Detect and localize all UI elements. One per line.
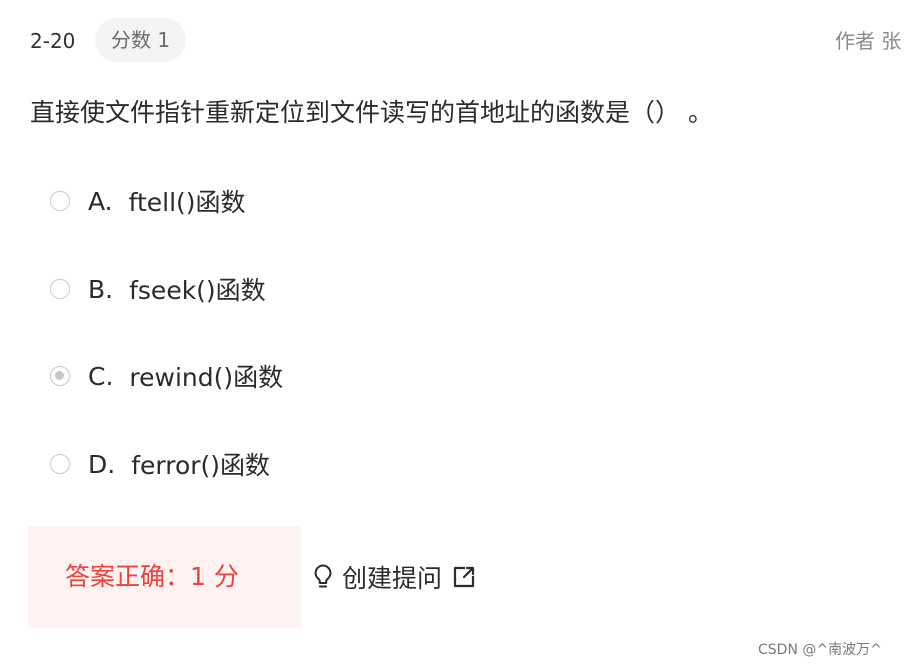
result-box: 答案正确：1 分 (28, 526, 301, 628)
create-question-label: 创建提问 (342, 564, 443, 593)
option-a[interactable]: A. ftell()函数 (50, 184, 246, 218)
option-b-radio[interactable] (50, 279, 70, 299)
question-number: 2-20 (30, 29, 76, 53)
option-b-text: fseek()函数 (129, 276, 266, 305)
option-c-text: rewind()函数 (129, 363, 284, 392)
option-d-radio[interactable] (50, 454, 70, 474)
option-b[interactable]: B. fseek()函数 (50, 272, 266, 306)
lightbulb-icon (312, 563, 334, 591)
option-c-letter: C. (88, 361, 114, 391)
question-text: 直接使文件指针重新定位到文件读写的首地址的函数是（） 。 (30, 98, 713, 127)
watermark: CSDN @^南波万^ (758, 642, 882, 658)
create-question-link[interactable]: 创建提问 (312, 560, 476, 594)
score-badge: 分数 1 (95, 18, 187, 62)
option-d[interactable]: D. ferror()函数 (50, 447, 270, 481)
option-c-radio[interactable] (50, 366, 70, 386)
option-a-text: ftell()函数 (128, 188, 246, 217)
option-a-letter: A. (88, 186, 113, 216)
question-header: 2-20 分数 1 作者 张 (30, 18, 906, 62)
external-link-icon (452, 565, 476, 589)
option-b-letter: B. (88, 274, 114, 304)
option-d-letter: D. (88, 449, 116, 479)
author-label: 作者 张 (835, 29, 902, 53)
option-d-text: ferror()函数 (131, 451, 271, 480)
result-text: 答案正确：1 分 (65, 562, 239, 591)
option-a-radio[interactable] (50, 191, 70, 211)
option-c[interactable]: C. rewind()函数 (50, 359, 283, 393)
